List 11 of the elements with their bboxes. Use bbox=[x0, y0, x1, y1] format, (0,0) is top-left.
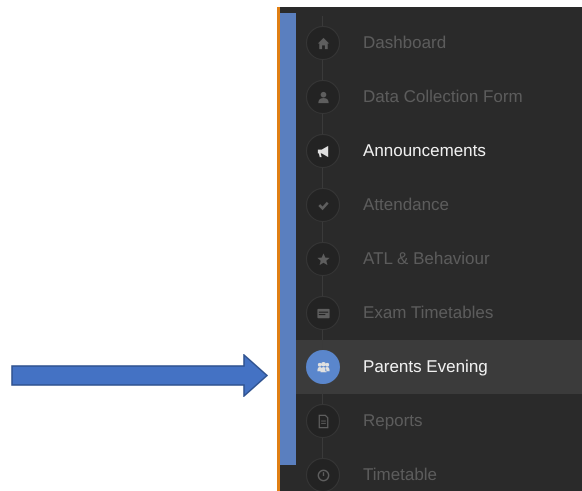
item-label: Announcements bbox=[363, 141, 486, 161]
home-icon bbox=[316, 36, 330, 50]
item-label: Parents Evening bbox=[363, 357, 488, 377]
clock-icon bbox=[316, 468, 330, 482]
person-icon bbox=[316, 90, 330, 104]
sidebar-item[interactable]: Announcements bbox=[296, 124, 582, 178]
sidebar-item[interactable]: Parents Evening bbox=[296, 340, 582, 394]
people-icon bbox=[316, 360, 330, 374]
star-icon bbox=[316, 252, 330, 266]
document-icon bbox=[316, 414, 330, 428]
megaphone-icon bbox=[316, 144, 330, 158]
